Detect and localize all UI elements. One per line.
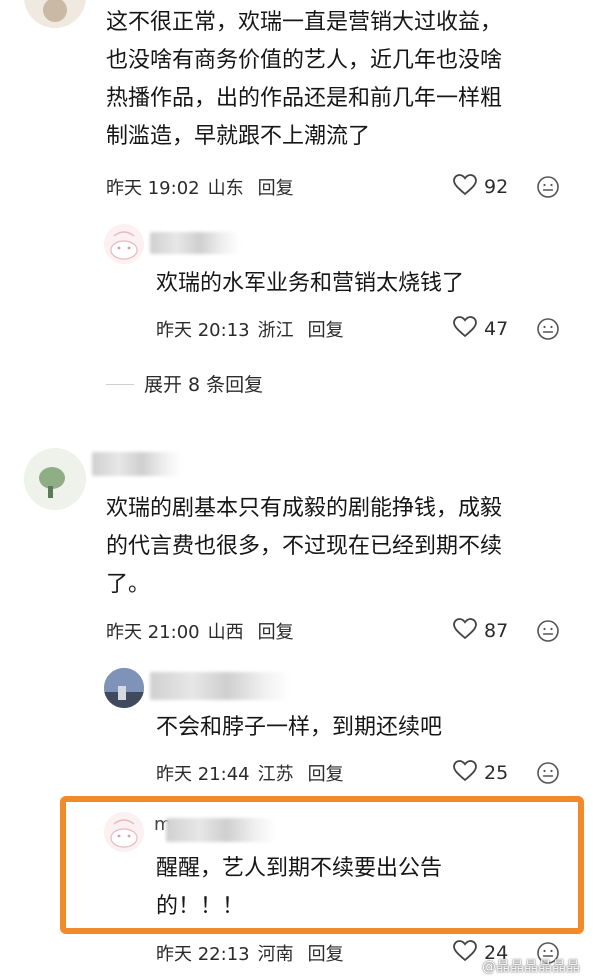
- username-blurred[interactable]: [150, 672, 290, 700]
- comment-line: 的代言费也很多，不过现在已经到期不续: [106, 534, 503, 559]
- comment-line: 也没啥有商务价值的艺人，近几年也没啥: [106, 48, 503, 73]
- reply-meta: 昨天 20:13 浙江 回复: [156, 316, 344, 342]
- emoji-button[interactable]: [536, 619, 560, 643]
- like-button[interactable]: 92: [452, 173, 508, 201]
- comment-location: 江苏: [257, 764, 294, 785]
- emoji-icon: [537, 762, 559, 784]
- reply-text: 不会和脖子一样，到期还续吧: [156, 715, 443, 740]
- reply-button[interactable]: 回复: [258, 174, 294, 200]
- reply-button[interactable]: 回复: [308, 316, 344, 342]
- comment-time: 昨天 21:00: [106, 622, 200, 643]
- heart-outline-icon: [452, 759, 478, 787]
- emoji-icon: [537, 318, 559, 340]
- comment-text: 这不很正常，欢瑞一直是营销大过收益， 也没啥有商务价值的艺人，近几年也没啥 热播…: [106, 4, 576, 156]
- heart-outline-icon: [452, 617, 478, 645]
- emoji-button[interactable]: [536, 175, 560, 199]
- reply-text: 欢瑞的水军业务和营销太烧钱了: [156, 271, 465, 296]
- comment-time: 昨天 20:13: [156, 320, 250, 341]
- avatar[interactable]: [104, 224, 144, 264]
- emoji-button[interactable]: [536, 317, 560, 341]
- reply-button[interactable]: 回复: [308, 940, 344, 966]
- like-count: 47: [484, 318, 509, 340]
- expand-replies-button[interactable]: 展开 8 条回复: [144, 370, 263, 397]
- reply-button[interactable]: 回复: [258, 618, 294, 644]
- reply-line: 醒醒，艺人到期不续要出公告: [156, 856, 443, 881]
- reply-meta: 昨天 21:44 江苏 回复: [156, 760, 344, 786]
- like-count: 87: [484, 620, 509, 642]
- comment-line: 热播作品，出的作品还是和前几年一样粗: [106, 86, 503, 111]
- emoji-button[interactable]: [536, 761, 560, 785]
- comment-line: 这不很正常，欢瑞一直是营销大过收益，: [106, 10, 503, 35]
- comment-line: 欢瑞的剧基本只有成毅的剧能挣钱，成毅: [106, 496, 503, 521]
- reply-meta: 昨天 22:13 河南 回复: [156, 940, 344, 966]
- avatar[interactable]: [104, 668, 144, 708]
- reply-line: 的！！！: [156, 894, 245, 919]
- heart-outline-icon: [452, 315, 478, 343]
- emoji-icon: [537, 620, 559, 642]
- comment-time: 昨天 22:13: [156, 944, 250, 965]
- avatar[interactable]: [104, 812, 144, 852]
- heart-outline-icon: [452, 173, 478, 201]
- like-button[interactable]: 87: [452, 617, 508, 645]
- comment-time: 昨天 19:02: [106, 178, 200, 199]
- expand-divider: [106, 384, 134, 385]
- comment-line: 制滥造，早就跟不上潮流了: [106, 124, 371, 149]
- comment-location: 山西: [207, 622, 244, 643]
- comment-meta: 昨天 19:02 山东 回复: [106, 174, 294, 200]
- comment-location: 浙江: [257, 320, 294, 341]
- like-button[interactable]: 25: [452, 759, 508, 787]
- comment-time: 昨天 21:44: [156, 764, 250, 785]
- like-count: 25: [484, 762, 509, 784]
- comment-location: 河南: [257, 944, 294, 965]
- username-blurred[interactable]: [92, 452, 182, 476]
- avatar[interactable]: [24, 448, 86, 510]
- like-button[interactable]: 47: [452, 315, 508, 343]
- heart-outline-icon: [452, 939, 478, 967]
- watermark: @晶晶晶晶晶晶: [482, 959, 580, 975]
- like-count: 92: [484, 176, 509, 198]
- emoji-icon: [537, 176, 559, 198]
- reply-text: 醒醒，艺人到期不续要出公告 的！！！: [156, 850, 556, 926]
- comment-meta: 昨天 21:00 山西 回复: [106, 618, 294, 644]
- comment-text: 欢瑞的剧基本只有成毅的剧能挣钱，成毅 的代言费也很多，不过现在已经到期不续 了。: [106, 490, 576, 604]
- username-blurred[interactable]: [150, 232, 240, 254]
- comment-location: 山东: [207, 178, 244, 199]
- username-blurred[interactable]: [166, 818, 276, 842]
- reply-button[interactable]: 回复: [308, 760, 344, 786]
- avatar[interactable]: [24, 0, 86, 28]
- comment-line: 了。: [106, 572, 151, 597]
